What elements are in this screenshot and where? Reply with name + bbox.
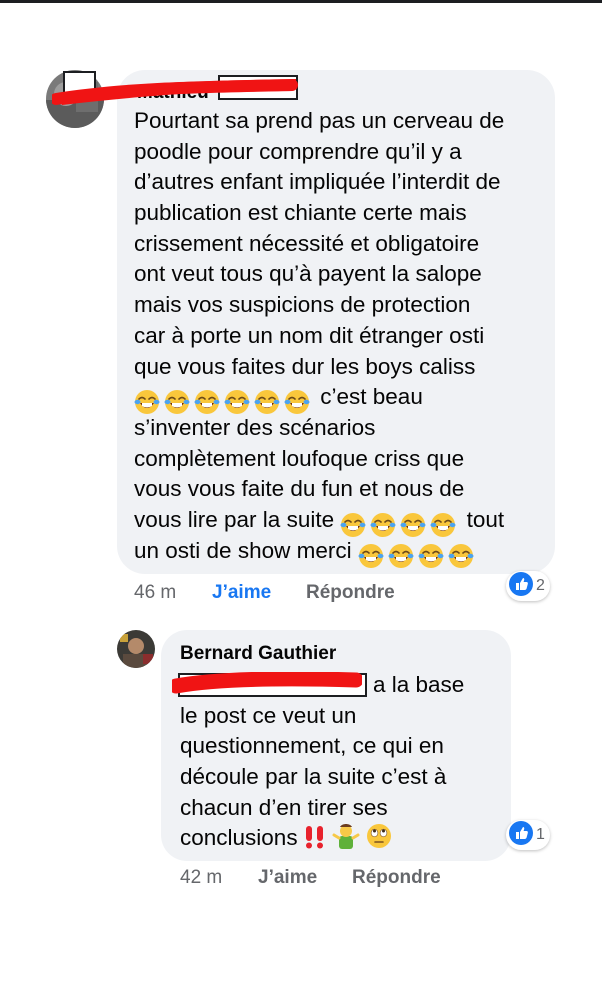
comment-line: crissement nécessité et obligatoire	[134, 230, 480, 256]
comment-timestamp[interactable]: 42 m	[180, 867, 222, 889]
face-with-tears-of-joy-icon	[164, 388, 194, 415]
comment-line: questionnement, ce qui en	[180, 733, 444, 759]
comment-line: poodle pour comprendre qu’il y a	[134, 138, 462, 164]
comment-line-with-emoji: conclusions	[180, 823, 464, 854]
face-with-tears-of-joy-icon	[430, 511, 460, 537]
comment-line-head: un osti de show merci	[134, 537, 352, 563]
laughing-emoji-row	[358, 540, 478, 571]
comment-line-with-mention: a la base	[180, 670, 464, 701]
comment-line: découle par la suite c’est à	[180, 764, 447, 790]
comment-line-head: conclusions	[180, 825, 298, 851]
comment-text: a la base le post ce veut un questionnem…	[180, 670, 464, 854]
face-with-tears-of-joy-icon	[388, 542, 418, 568]
comment-line: ont veut tous qu’à payent la salope	[134, 261, 482, 287]
comment-line: que vous faites dur les boys caliss	[134, 353, 476, 379]
comment-line: Pourtant sa prend pas un cerveau de	[134, 108, 505, 133]
face-with-tears-of-joy-icon	[284, 388, 314, 415]
comment-line: d’autres enfant impliquée l’interdit de	[134, 169, 501, 195]
comment-line: vous vous faite du fun et nous de	[134, 476, 465, 502]
reaction-summary[interactable]: 1	[506, 820, 550, 850]
comment-line: complètement loufoque criss que	[134, 445, 465, 471]
face-with-tears-of-joy-icon	[418, 542, 448, 568]
comment-line-head: vous lire par la suite	[134, 506, 335, 532]
face-with-tears-of-joy-icon	[340, 511, 370, 537]
reply-button[interactable]: Répondre	[306, 582, 395, 604]
reply-button[interactable]: Répondre	[352, 867, 441, 889]
reaction-count: 2	[536, 577, 545, 594]
comment-actions: 42 m J’aime Répondre	[180, 867, 480, 891]
comment-text: Pourtant sa prend pas un cerveau de pood…	[134, 106, 505, 568]
reaction-count: 1	[536, 826, 545, 843]
face-with-tears-of-joy-icon	[448, 542, 478, 568]
face-with-tears-of-joy-icon	[400, 511, 430, 537]
comment-line: publication est chiante certe mais	[134, 200, 467, 226]
comment-line-tail: a la base	[373, 672, 465, 697]
double-exclamation-icon	[304, 825, 326, 857]
comment-line: le post ce veut un	[180, 702, 357, 728]
like-button[interactable]: J’aime	[258, 867, 317, 889]
like-button[interactable]: J’aime	[212, 582, 271, 604]
face-with-tears-of-joy-icon	[254, 388, 284, 415]
reaction-summary[interactable]: 2	[506, 571, 550, 601]
comment-line-tail: tout	[466, 506, 505, 532]
comment-timestamp[interactable]: 46 m	[134, 582, 176, 604]
comment-line-with-emoji: c’est beau	[134, 382, 504, 415]
comment-line: chacun d’en tirer ses	[180, 794, 388, 820]
comment-line: car à porte un nom dit étranger osti	[134, 322, 485, 348]
face-with-tears-of-joy-icon	[370, 511, 400, 537]
comment-line-with-emoji: vous lire par la suite tout	[134, 505, 505, 537]
face-rolling-eyes-icon	[366, 823, 392, 857]
avatar[interactable]	[117, 630, 155, 668]
comment-author[interactable]: Bernard Gauthier	[180, 643, 336, 665]
comment-line-tail: c’est beau	[320, 384, 423, 410]
top-divider	[0, 0, 602, 3]
comment-line: s’inventer des scénarios	[134, 414, 376, 440]
face-with-tears-of-joy-icon	[194, 388, 224, 415]
like-thumb-icon	[509, 820, 533, 850]
face-with-tears-of-joy-icon	[224, 388, 254, 415]
comment-line-with-emoji: un osti de show merci	[134, 536, 504, 568]
redaction-scribble	[52, 79, 298, 105]
face-with-tears-of-joy-icon	[358, 542, 388, 568]
person-shrugging-icon	[332, 823, 360, 857]
comment-line: mais vos suspicions de protection	[134, 292, 471, 318]
like-thumb-icon	[509, 571, 533, 601]
comment-actions: 46 m J’aime Répondre	[134, 582, 434, 606]
face-with-tears-of-joy-icon	[134, 388, 164, 415]
